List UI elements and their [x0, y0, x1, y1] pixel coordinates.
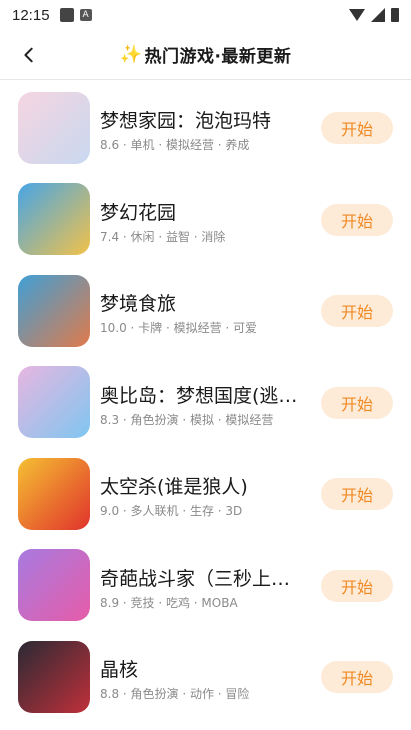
game-icon-art [18, 549, 90, 622]
game-meta: 10.0 · 卡牌 · 模拟经营 · 可爱 [100, 321, 258, 335]
start-button[interactable]: 开始 [321, 112, 393, 144]
system-icons [349, 8, 399, 22]
start-button[interactable]: 开始 [321, 661, 393, 693]
game-name: 梦幻花园 [100, 201, 177, 224]
game-row[interactable]: 奇葩战斗家（三秒上手… 8.9 · 竞技 · 吃鸡 · MOBA 开始 [0, 540, 411, 632]
game-name: 梦境食旅 [100, 293, 177, 315]
a-notification-icon: A [79, 9, 92, 21]
game-name: 太空杀(谁是狼人) [100, 476, 248, 498]
start-button[interactable]: 开始 [321, 295, 393, 327]
game-meta: 8.6 · 单机 · 模拟经营 · 养成 [100, 138, 250, 152]
game-icon-art [18, 457, 90, 530]
game-icon-art [18, 183, 90, 256]
game-name: 梦想家园：泡泡玛特 [100, 110, 272, 132]
battery-icon [391, 8, 399, 22]
game-row[interactable]: 奥比岛：梦想国度(逃… 8.3 · 角色扮演 · 模拟 · 模拟经营 开始 [0, 357, 411, 449]
start-button[interactable]: 开始 [321, 478, 393, 510]
game-icon [18, 91, 90, 164]
game-name: 晶核 [100, 659, 139, 681]
top-bar: ✨ 热门游戏·最新更新 [0, 30, 411, 80]
game-row[interactable]: 梦境食旅 10.0 · 卡牌 · 模拟经营 · 可爱 开始 [0, 265, 411, 357]
game-row[interactable]: 太空杀(谁是狼人) 9.0 · 多人联机 · 生存 · 3D 开始 [0, 448, 411, 540]
game-meta: 9.0 · 多人联机 · 生存 · 3D [100, 504, 243, 518]
sparkle-icon: ✨ [119, 44, 143, 65]
game-meta: 8.8 · 角色扮演 · 动作 · 冒险 [100, 687, 250, 701]
game-row[interactable]: 梦想家园：泡泡玛特 8.6 · 单机 · 模拟经营 · 养成 开始 [0, 82, 411, 174]
game-row[interactable]: 晶核 8.8 · 角色扮演 · 动作 · 冒险 开始 [0, 631, 411, 723]
page-title: ✨ 热门游戏·最新更新 [120, 42, 292, 67]
game-name: 奇葩战斗家（三秒上手… [100, 567, 305, 590]
status-time: 12:15 [12, 6, 50, 24]
back-arrow-icon [24, 47, 33, 63]
game-icon [18, 457, 90, 530]
game-icon-art [18, 274, 90, 347]
game-icon [18, 274, 90, 347]
game-meta: 8.3 · 角色扮演 · 模拟 · 模拟经营 [100, 412, 274, 427]
game-meta: 8.9 · 竞技 · 吃鸡 · MOBA [100, 595, 238, 610]
game-row[interactable]: 梦幻花园 7.4 · 休闲 · 益智 · 消除 开始 [0, 174, 411, 266]
back-button[interactable] [14, 40, 44, 70]
game-icon [18, 640, 90, 713]
signal-icon [371, 8, 385, 22]
game-meta: 7.4 · 休闲 · 益智 · 消除 [100, 229, 226, 244]
game-icon [18, 183, 90, 256]
game-icon-art [18, 640, 90, 713]
wifi-icon [349, 9, 365, 21]
game-icon [18, 549, 90, 622]
game-icon-art [18, 366, 90, 439]
page-title-text: 热门游戏·最新更新 [144, 47, 292, 67]
status-bar: 12:15 A [0, 0, 411, 30]
game-icon [18, 366, 90, 439]
start-button[interactable]: 开始 [321, 203, 393, 236]
notification-icons: A [59, 8, 92, 22]
game-list: 梦想家园：泡泡玛特 8.6 · 单机 · 模拟经营 · 养成 开始 梦幻花园 7… [0, 82, 411, 723]
start-button[interactable]: 开始 [321, 386, 393, 419]
start-button[interactable]: 开始 [321, 569, 393, 602]
game-name: 奥比岛：梦想国度(逃… [100, 384, 298, 407]
game-icon-art [18, 91, 90, 164]
app-notification-icon [59, 8, 74, 22]
